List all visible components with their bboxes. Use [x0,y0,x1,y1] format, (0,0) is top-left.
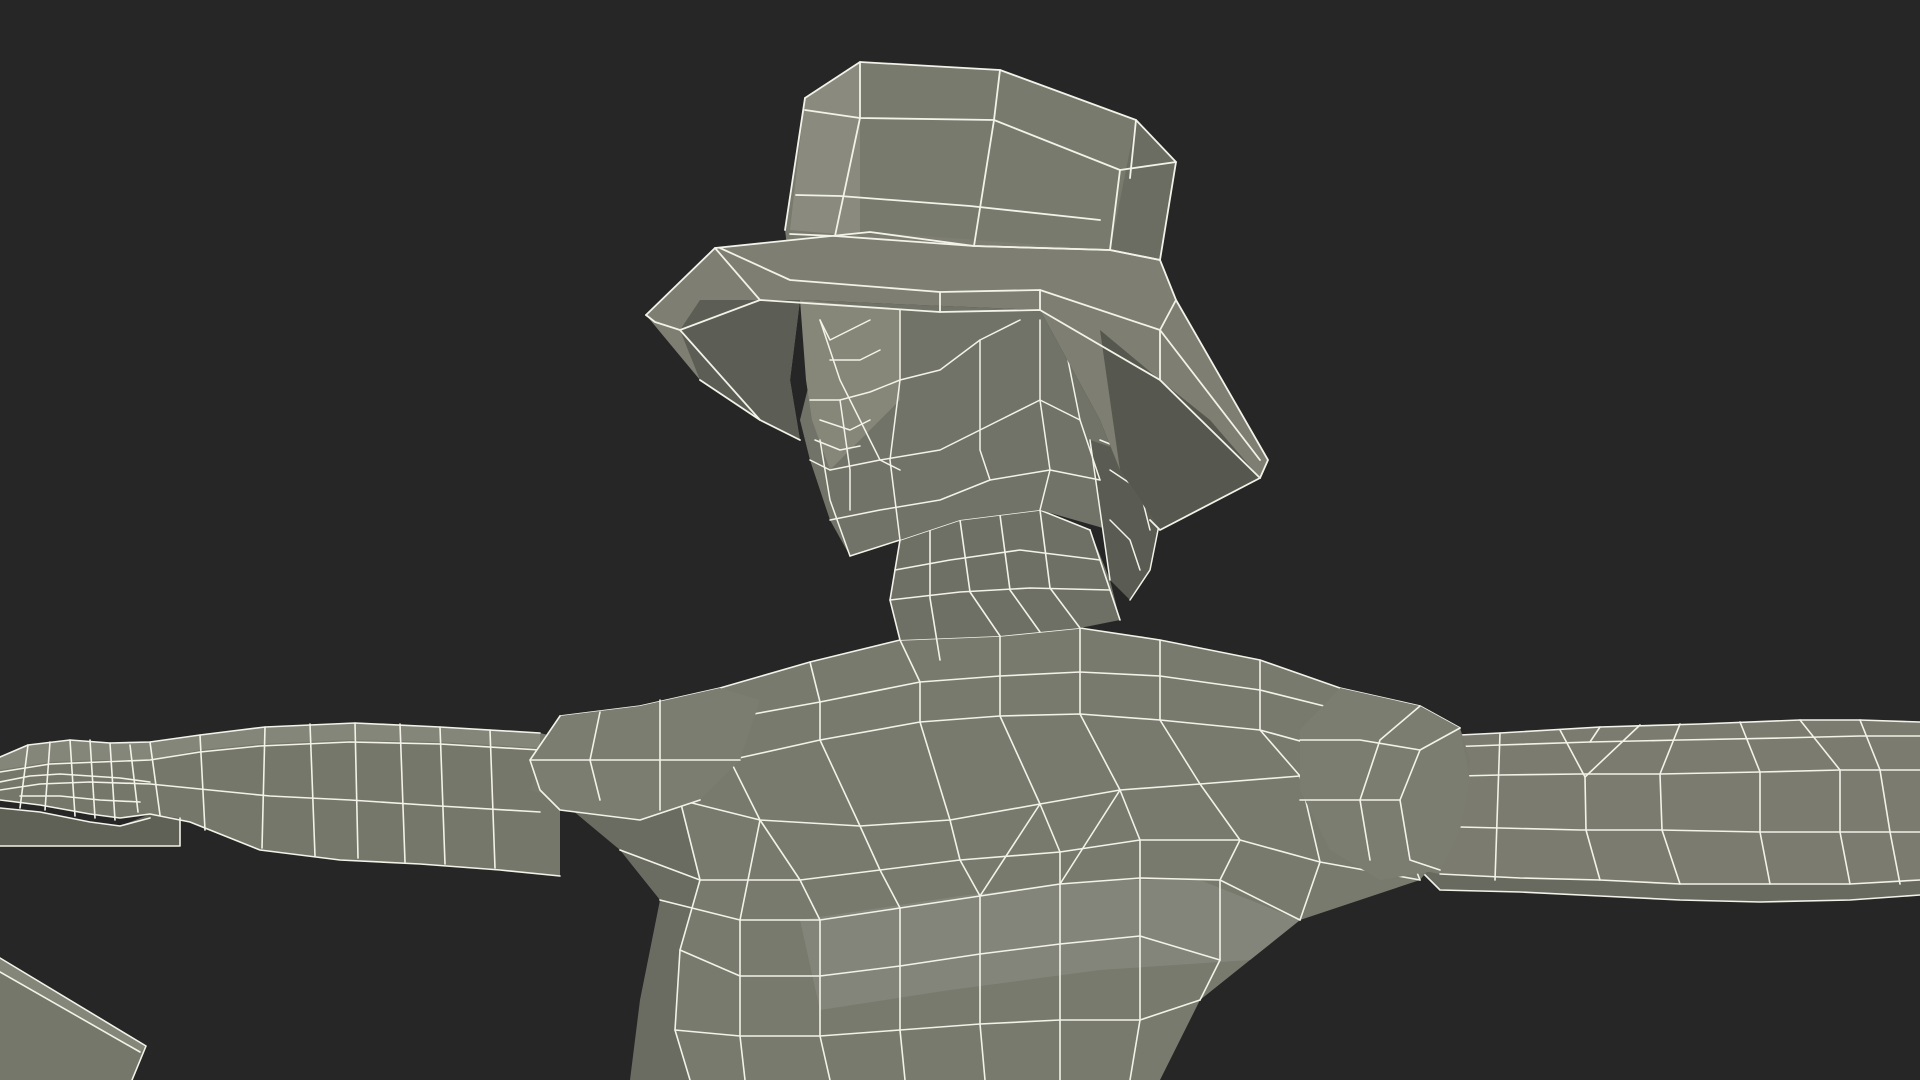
viewport-render [0,0,1920,1080]
right-arm [1419,719,1920,903]
